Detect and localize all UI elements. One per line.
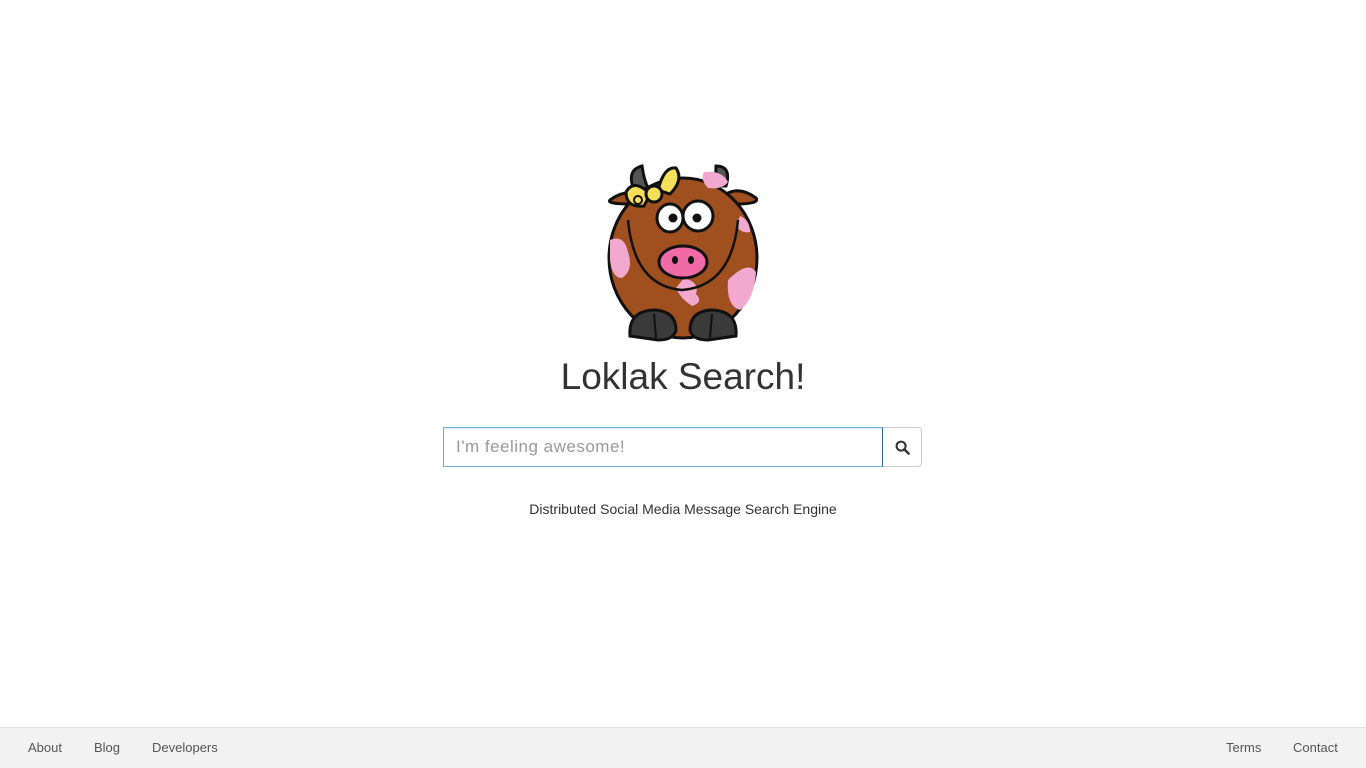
tagline: Distributed Social Media Message Search …	[529, 501, 837, 517]
search-input[interactable]	[443, 427, 883, 467]
loklak-cow-logo	[607, 164, 759, 342]
footer-link-about[interactable]: About	[28, 740, 62, 756]
page-title: Loklak Search!	[560, 356, 806, 397]
page: Loklak Search! Distributed Social Media …	[0, 0, 1366, 768]
footer-link-developers[interactable]: Developers	[152, 740, 218, 756]
footer-link-blog[interactable]: Blog	[94, 740, 120, 756]
search-icon	[895, 440, 910, 455]
footer-link-contact[interactable]: Contact	[1293, 740, 1338, 756]
search-bar	[443, 427, 922, 467]
footer: About Blog Developers Terms Contact	[0, 727, 1366, 768]
search-button[interactable]	[883, 427, 922, 467]
footer-link-terms[interactable]: Terms	[1226, 740, 1261, 756]
